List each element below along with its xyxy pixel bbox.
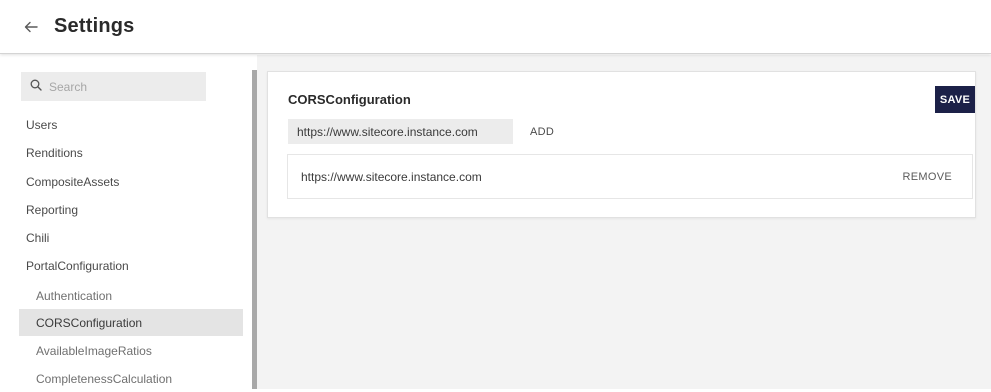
sidebar-item-users[interactable]: Users	[26, 118, 57, 132]
search-box[interactable]	[21, 72, 206, 101]
add-button[interactable]: ADD	[523, 119, 561, 144]
url-text: https://www.sitecore.instance.com	[301, 169, 482, 184]
sidebar-item-chili[interactable]: Chili	[26, 231, 49, 245]
sidebar-subitem-authentication[interactable]: Authentication	[19, 282, 243, 309]
remove-button[interactable]: REMOVE	[903, 171, 952, 183]
sidebar-item-reporting[interactable]: Reporting	[26, 203, 78, 217]
sidebar-subitem-completenesscalculation[interactable]: CompletenessCalculation	[19, 365, 243, 392]
page-title: Settings	[54, 15, 135, 37]
url-list-item: https://www.sitecore.instance.com REMOVE	[287, 154, 973, 199]
save-button[interactable]: SAVE	[935, 86, 975, 113]
sidebar-item-compositeassets[interactable]: CompositeAssets	[26, 175, 119, 189]
arrow-left-icon[interactable]	[22, 18, 40, 36]
url-input[interactable]	[288, 119, 513, 144]
search-icon	[30, 78, 42, 96]
card-title: CORSConfiguration	[288, 92, 411, 107]
sidebar-subitem-availableimageratios[interactable]: AvailableImageRatios	[19, 337, 243, 364]
settings-sidebar: Users Renditions CompositeAssets Reporti…	[0, 55, 252, 389]
cors-config-card: CORSConfiguration SAVE ADD https://www.s…	[267, 71, 976, 218]
sidebar-item-portalconfiguration[interactable]: PortalConfiguration	[26, 259, 129, 273]
sidebar-subitem-corsconfiguration[interactable]: CORSConfiguration	[19, 309, 243, 336]
main-content: CORSConfiguration SAVE ADD https://www.s…	[257, 55, 991, 389]
sidebar-item-renditions[interactable]: Renditions	[26, 146, 83, 160]
app-header: Settings	[0, 0, 991, 54]
search-input[interactable]	[49, 79, 199, 94]
